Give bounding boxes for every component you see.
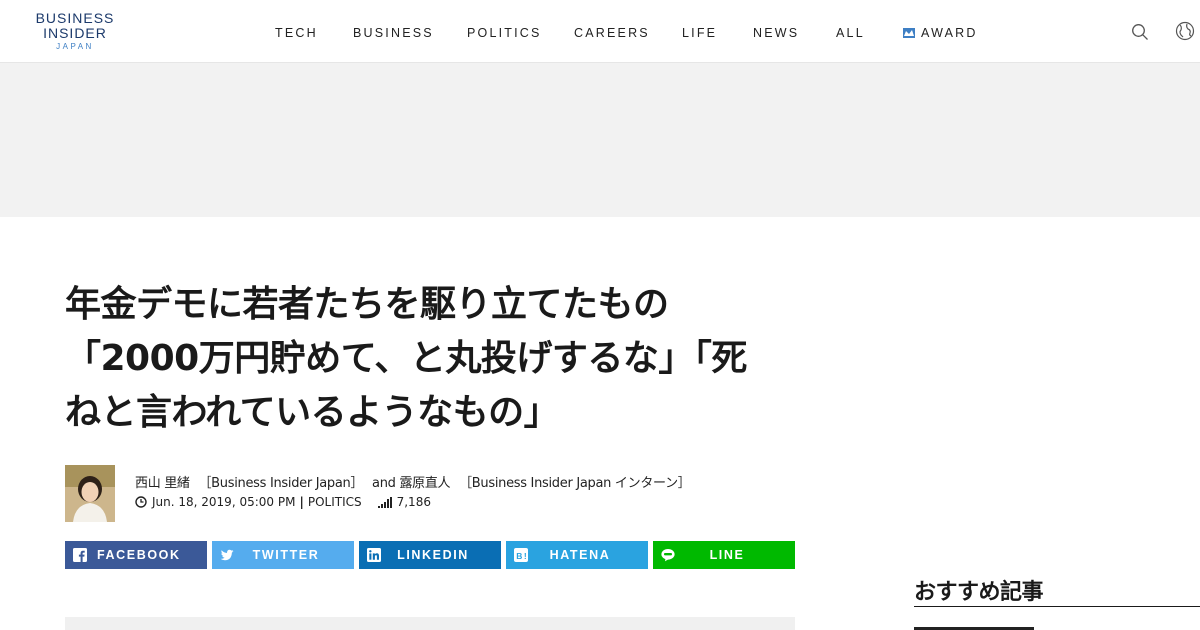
author-avatar[interactable] <box>65 465 115 522</box>
article-meta: Jun. 18, 2019, 05:00 PM | POLITICS 7,186 <box>135 495 431 509</box>
author-name-1[interactable]: 西山 里緒 <box>135 476 190 491</box>
views-signal-icon <box>377 496 392 508</box>
publish-date: Jun. 18, 2019, 05:00 PM <box>152 495 296 509</box>
byline: 西山 里緒 ［Business Insider Japan］ and 露原直人 … <box>135 472 695 491</box>
author-org-2: ［Business Insider Japan インターン］ <box>459 476 691 491</box>
meta-separator: | <box>299 495 304 509</box>
title-line-3: ねと言われているようなもの」 <box>65 392 560 433</box>
view-count: 7,186 <box>396 495 431 509</box>
hatena-bookmark-icon: B! <box>514 548 528 562</box>
recommended-divider <box>914 606 1200 607</box>
nav-award-label: AWARD <box>921 26 978 40</box>
logo-line-3: JAPAN <box>56 42 94 51</box>
facebook-icon <box>73 548 87 562</box>
site-header: BUSINESS INSIDER JAPAN TECH BUSINESS POL… <box>0 0 1200 63</box>
author-name-2[interactable]: 露原直人 <box>399 476 450 491</box>
author-org-1: ［Business Insider Japan］ <box>198 476 364 491</box>
share-line-button[interactable]: LINE <box>653 541 795 569</box>
nav-item-tech[interactable]: TECH <box>275 26 318 40</box>
nav-item-all[interactable]: ALL <box>836 26 865 40</box>
share-facebook-button[interactable]: FACEBOOK <box>65 541 207 569</box>
share-linkedin-button[interactable]: LINKEDIN <box>359 541 501 569</box>
main-nav: TECH BUSINESS POLITICS CAREERS LIFE NEWS… <box>0 26 1200 40</box>
recommended-heading: おすすめ記事 <box>914 580 1044 605</box>
nav-item-business[interactable]: BUSINESS <box>353 26 434 40</box>
byline-conjunction: and <box>372 476 396 491</box>
nav-item-award[interactable]: AWARD <box>903 26 978 40</box>
nav-item-life[interactable]: LIFE <box>682 26 717 40</box>
share-twitter-button[interactable]: TWITTER <box>212 541 354 569</box>
nav-item-politics[interactable]: POLITICS <box>467 26 542 40</box>
line-icon <box>661 549 675 562</box>
title-line-1: 年金デモに若者たちを駆り立てたもの <box>65 284 669 325</box>
award-icon <box>903 28 915 38</box>
nav-item-careers[interactable]: CAREERS <box>574 26 650 40</box>
clock-icon <box>135 496 147 508</box>
svg-text:B!: B! <box>516 551 528 561</box>
title-line-2: 「2000万円貯めて、と丸投げするな」「死 <box>65 338 747 379</box>
nav-item-news[interactable]: NEWS <box>753 26 799 40</box>
share-hatena-button[interactable]: B! HATENA <box>506 541 648 569</box>
logo-line-1: BUSINESS <box>35 10 115 26</box>
ad-banner-area <box>0 63 1200 217</box>
article-title: 年金デモに若者たちを駆り立てたもの 「2000万円貯めて、と丸投げするな」「死 … <box>65 278 805 440</box>
search-icon[interactable] <box>1131 23 1149 41</box>
linkedin-icon <box>367 548 381 562</box>
globe-icon[interactable] <box>1175 21 1195 41</box>
article-body-start <box>65 617 795 630</box>
article-category[interactable]: POLITICS <box>308 495 362 509</box>
twitter-icon <box>220 549 234 561</box>
